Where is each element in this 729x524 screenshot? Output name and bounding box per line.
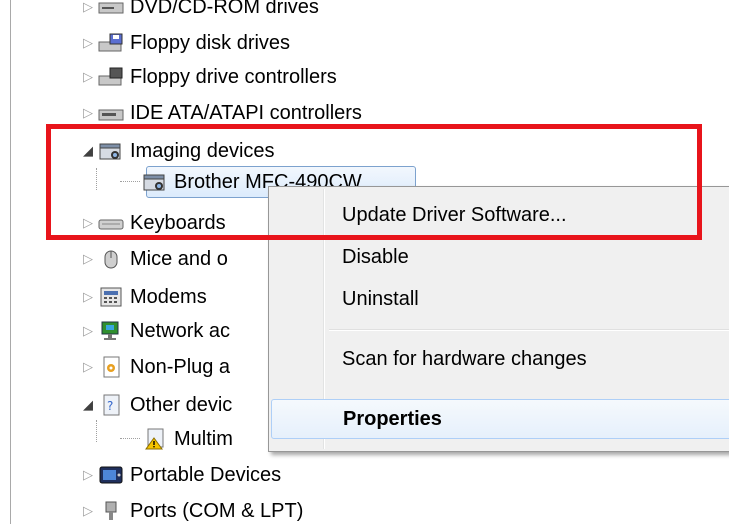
camera-icon — [98, 140, 124, 162]
tree-item-label: Mice and o — [130, 248, 228, 270]
keyboard-icon — [98, 212, 124, 234]
tree-connector-line — [96, 420, 97, 442]
tree-item-label: Network ac — [130, 320, 231, 342]
menu-item-label: Properties — [343, 407, 442, 430]
menu-item-properties[interactable]: Properties — [271, 399, 729, 439]
tree-item-non-plug[interactable]: ▷ Non-Plug a — [80, 350, 230, 384]
expand-arrow-icon[interactable]: ▷ — [80, 105, 96, 121]
expand-arrow-icon[interactable]: ▷ — [80, 503, 96, 519]
tree-item-label: Floppy disk drives — [130, 32, 291, 54]
tree-item-label: Imaging devices — [130, 140, 275, 162]
tree-connector-line — [120, 438, 140, 440]
non-plug-icon — [98, 356, 124, 378]
expand-arrow-icon[interactable]: ▷ — [80, 289, 96, 305]
tree-item-network-adapters[interactable]: ▷ Network ac — [80, 314, 230, 348]
device-manager-view: ▷ DVD/CD-ROM drives ▷ Floppy disk drives… — [0, 0, 729, 524]
expand-arrow-icon[interactable]: ▷ — [80, 215, 96, 231]
tree-item-mice[interactable]: ▷ Mice and o — [80, 242, 228, 276]
tree-item-modems[interactable]: ▷ Modems — [80, 280, 207, 314]
collapse-arrow-icon[interactable]: ◢ — [80, 397, 96, 413]
menu-item-label: Uninstall — [342, 287, 419, 310]
pane-border — [0, 0, 11, 524]
menu-separator — [329, 329, 729, 331]
tree-item-label: DVD/CD-ROM drives — [130, 0, 319, 18]
expand-arrow-icon[interactable]: ▷ — [80, 35, 96, 51]
tree-item-imaging-devices[interactable]: ◢ Imaging devices — [80, 134, 275, 168]
modem-icon — [98, 286, 124, 308]
tree-item-label: Portable Devices — [130, 464, 282, 486]
menu-item-label: Disable — [342, 245, 409, 268]
unknown-device-icon: ? — [98, 394, 124, 416]
menu-item-scan-hardware[interactable]: Scan for hardware changes — [271, 339, 729, 379]
scanner-camera-icon — [142, 171, 168, 193]
tree-item-label: Floppy drive controllers — [130, 66, 337, 88]
collapse-arrow-icon[interactable]: ◢ — [80, 143, 96, 159]
tree-item-keyboards[interactable]: ▷ Keyboards — [80, 206, 226, 240]
port-icon — [98, 500, 124, 522]
portable-device-icon — [98, 464, 124, 486]
expand-arrow-icon[interactable]: ▷ — [80, 359, 96, 375]
tree-item-label: Other devic — [130, 394, 233, 416]
tree-item-label: Keyboards — [130, 212, 226, 234]
tree-item-dvd-drives[interactable]: ▷ DVD/CD-ROM drives — [80, 0, 319, 24]
tree-item-multimedia[interactable]: Multim — [120, 422, 233, 456]
tree-item-other-devices[interactable]: ◢ ? Other devic — [80, 388, 232, 422]
menu-item-uninstall[interactable]: Uninstall — [271, 279, 729, 319]
menu-item-label: Update Driver Software... — [342, 203, 567, 226]
expand-arrow-icon[interactable]: ▷ — [80, 251, 96, 267]
expand-arrow-icon[interactable]: ▷ — [80, 467, 96, 483]
mouse-icon — [98, 248, 124, 270]
floppy-disk-icon — [98, 32, 124, 54]
menu-item-update-driver[interactable]: Update Driver Software... — [271, 195, 729, 235]
expand-arrow-icon[interactable]: ▷ — [80, 69, 96, 85]
tree-item-label: Non-Plug a — [130, 356, 231, 378]
ide-controller-icon — [98, 102, 124, 124]
tree-item-ports[interactable]: ▷ Ports (COM & LPT) — [80, 494, 303, 524]
tree-item-label: Modems — [130, 286, 207, 308]
tree-connector-line — [120, 181, 140, 183]
warning-device-icon — [142, 428, 168, 450]
tree-item-portable-devices[interactable]: ▷ Portable Devices — [80, 458, 281, 492]
menu-item-label: Scan for hardware changes — [342, 347, 587, 370]
tree-item-label: Ports (COM & LPT) — [130, 500, 304, 522]
tree-item-label: IDE ATA/ATAPI controllers — [130, 102, 362, 124]
tree-item-label: Multim — [174, 428, 233, 450]
tree-connector-line — [96, 168, 97, 190]
network-adapter-icon — [98, 320, 124, 342]
expand-arrow-icon[interactable]: ▷ — [80, 323, 96, 339]
floppy-controller-icon — [98, 66, 124, 88]
expand-arrow-icon[interactable]: ▷ — [80, 0, 96, 15]
tree-item-floppy-controllers[interactable]: ▷ Floppy drive controllers — [80, 60, 337, 94]
dvd-drive-icon — [98, 0, 124, 18]
svg-text:?: ? — [107, 399, 113, 413]
context-menu: Update Driver Software... Disable Uninst… — [268, 186, 729, 452]
tree-item-floppy-disk-drives[interactable]: ▷ Floppy disk drives — [80, 26, 290, 60]
menu-item-disable[interactable]: Disable — [271, 237, 729, 277]
tree-item-ide-controllers[interactable]: ▷ IDE ATA/ATAPI controllers — [80, 96, 362, 130]
